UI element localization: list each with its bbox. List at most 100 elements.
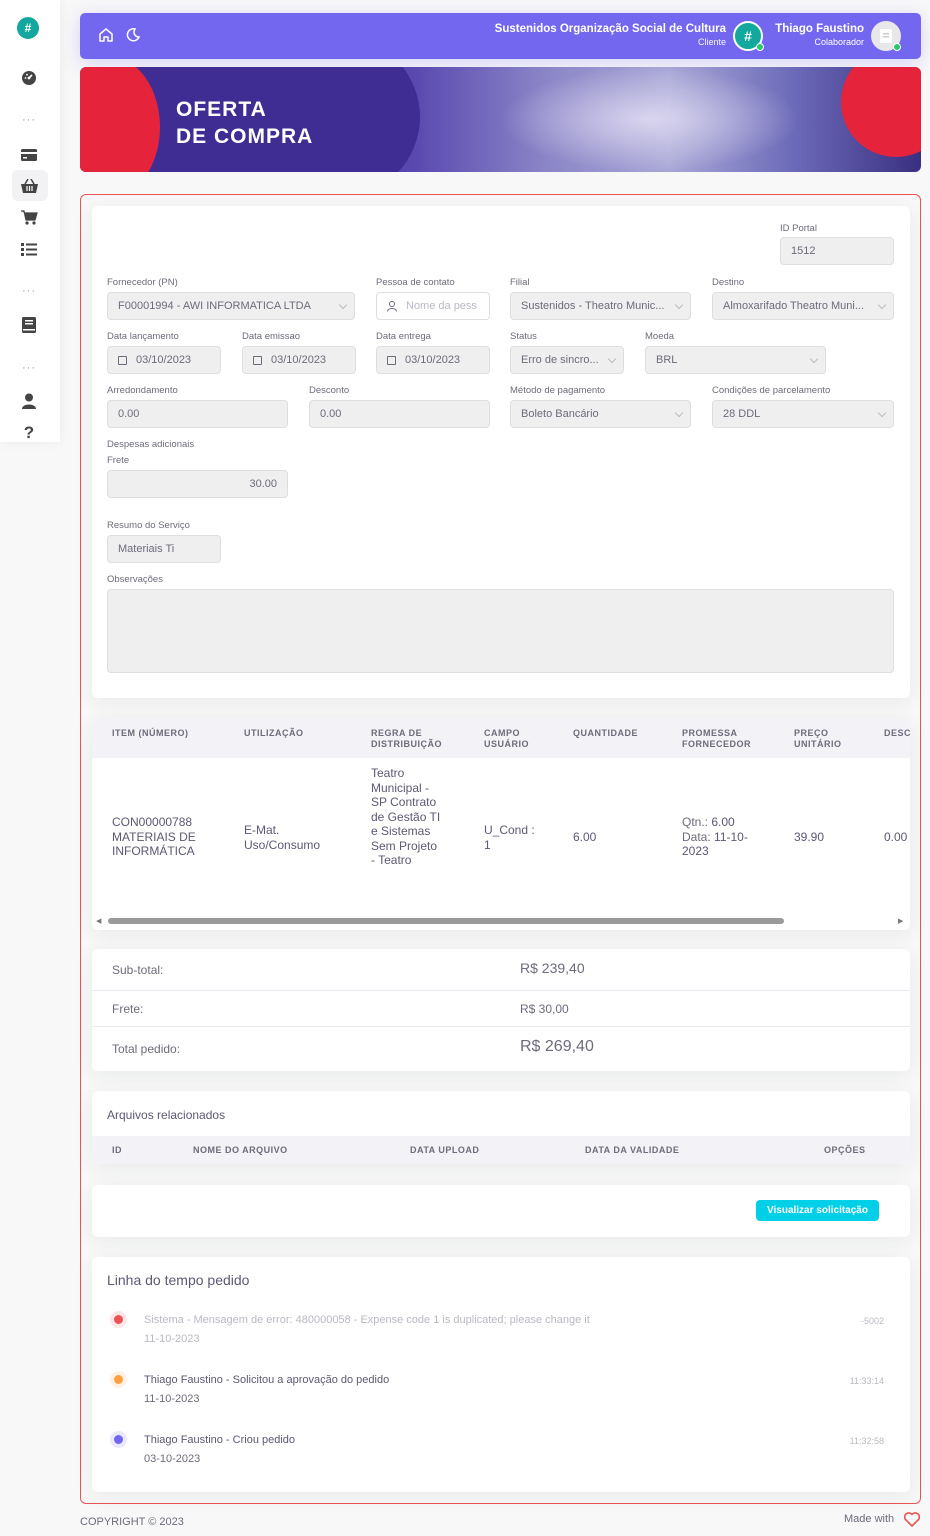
condicoes-value: 28 DDL — [723, 408, 761, 420]
files-col-nome: NOME DO ARQUIVO — [193, 1145, 288, 1155]
chevron-down-icon — [338, 300, 348, 310]
data-emissao-value: 03/10/2023 — [271, 354, 327, 366]
col-desconto: DESC — [884, 728, 910, 738]
id-portal-label: ID Portal — [780, 223, 817, 234]
timeline-text: Sistema - Mensagem de error: 480000058 -… — [144, 1314, 590, 1326]
subtotal-value: R$ 239,40 — [520, 960, 585, 976]
desconto-input[interactable]: 0.00 — [309, 400, 490, 428]
book-icon[interactable] — [18, 315, 40, 335]
metodo-pagamento-select[interactable]: Boleto Bancário — [510, 400, 691, 428]
condicoes-label: Condições de parcelamento — [712, 385, 831, 396]
cell-desconto: 0.00 — [884, 830, 908, 844]
arredondamento-label: Arredondamento — [107, 385, 178, 396]
data-lancamento-value: 03/10/2023 — [136, 354, 192, 366]
user-role: Colaborador — [814, 37, 864, 47]
banner-handshake-image — [500, 67, 800, 172]
despesas-adicionais-label: Despesas adicionais — [107, 439, 195, 450]
items-table-card: ITEM (NÚMERO) UTILIZAÇÃO REGRA DE DISTRI… — [92, 718, 910, 930]
chevron-down-icon — [674, 408, 684, 418]
user-icon[interactable] — [18, 391, 40, 411]
basket-icon[interactable] — [18, 176, 40, 196]
sidebar: # ··· ··· ··· ? — [0, 0, 60, 442]
banner-shape — [841, 67, 921, 157]
list-icon[interactable] — [18, 239, 40, 259]
timeline-date: 11-10-2023 — [144, 1333, 200, 1345]
timeline-dot-primary — [110, 1431, 127, 1448]
moeda-label: Moeda — [645, 331, 675, 342]
moeda-select[interactable]: BRL — [645, 346, 826, 374]
status-value: Erro de sincro... — [521, 354, 599, 366]
destino-select[interactable]: Almoxarifado Theatro Muni... — [712, 292, 894, 320]
filial-select[interactable]: Sustenidos - Theatro Munic... — [510, 292, 691, 320]
status-select[interactable]: Erro de sincro... — [510, 346, 624, 374]
col-utilizacao: UTILIZAÇÃO — [244, 728, 304, 738]
moon-icon[interactable] — [125, 27, 143, 45]
scroll-right-arrow-icon[interactable]: ▶ — [898, 917, 903, 925]
section-divider-dots: ··· — [22, 362, 36, 374]
frete-input[interactable]: 30.00 — [107, 470, 288, 498]
heart-icon — [903, 1512, 921, 1530]
org-status-dot — [756, 43, 764, 51]
banner-shape — [80, 67, 160, 172]
col-preco: PREÇO UNITÁRIO — [794, 728, 842, 749]
data-lancamento-input[interactable]: 03/10/2023 — [107, 346, 221, 374]
scroll-left-arrow-icon[interactable]: ◀ — [96, 917, 101, 925]
filial-label: Filial — [510, 277, 530, 288]
fornecedor-label: Fornecedor (PN) — [107, 277, 178, 288]
timeline-time: -5002 — [860, 1316, 884, 1326]
data-emissao-label: Data emissao — [242, 331, 301, 342]
frete-total-value: R$ 30,00 — [520, 1002, 569, 1016]
home-icon[interactable] — [98, 27, 116, 45]
chevron-down-icon — [877, 408, 887, 418]
total-pedido-value: R$ 269,40 — [520, 1038, 594, 1055]
chevron-down-icon — [674, 300, 684, 310]
files-col-opcoes: OPÇÕES — [824, 1145, 866, 1155]
files-col-upload: DATA UPLOAD — [410, 1145, 480, 1155]
promessa-qtn-label: Qtn.: — [682, 815, 709, 829]
desconto-label: Desconto — [309, 385, 350, 396]
files-col-validade: DATA DA VALIDADE — [585, 1145, 680, 1155]
col-regra: REGRA DE DISTRIBUIÇÃO — [371, 728, 442, 749]
col-quantidade: QUANTIDADE — [573, 728, 638, 738]
fornecedor-select[interactable]: F00001994 - AWI INFORMATICA LTDA — [107, 292, 355, 320]
chevron-down-icon — [809, 354, 819, 364]
pessoa-contato-input[interactable]: Nome da pess — [376, 292, 490, 320]
dashboard-icon[interactable] — [18, 68, 40, 88]
metodo-pagamento-label: Método de pagamento — [510, 385, 606, 396]
organization-info[interactable]: Sustenidos Organização Social de Cultura… — [495, 23, 726, 47]
app-logo[interactable]: # — [17, 17, 39, 39]
timeline-text: Thiago Faustino - Solicitou a aprovação … — [144, 1374, 390, 1386]
observacoes-label: Observações — [107, 574, 163, 585]
files-col-id: ID — [112, 1145, 122, 1155]
section-divider-dots: ··· — [22, 114, 36, 126]
data-emissao-input[interactable]: 03/10/2023 — [242, 346, 356, 374]
col-campo-usuario: CAMPO USUÁRIO — [484, 728, 530, 749]
totals-card: Sub-total: R$ 239,40 Frete: R$ 30,00 Tot… — [92, 949, 910, 1071]
cart-icon[interactable] — [18, 207, 40, 227]
cell-item: CON00000788 MATERIAIS DE INFORMÁTICA — [112, 815, 196, 858]
divider — [92, 1026, 910, 1027]
data-entrega-input[interactable]: 03/10/2023 — [376, 346, 490, 374]
horizontal-scrollbar[interactable] — [108, 918, 784, 924]
help-icon[interactable]: ? — [18, 423, 40, 443]
frete-label: Frete — [107, 455, 130, 466]
user-info[interactable]: Thiago Faustino Colaborador — [775, 23, 864, 47]
credit-card-icon[interactable] — [18, 145, 40, 165]
promessa-data-label: Data: — [682, 829, 711, 844]
pessoa-contato-label: Pessoa de contato — [376, 277, 455, 288]
cell-preco: 39.90 — [794, 830, 825, 844]
timeline-dot-error — [110, 1311, 127, 1328]
condicoes-select[interactable]: 28 DDL — [712, 400, 894, 428]
observacoes-textarea[interactable] — [107, 589, 894, 673]
organization-name: Sustenidos Organização Social de Cultura — [494, 23, 726, 35]
arredondamento-input[interactable]: 0.00 — [107, 400, 288, 428]
page-banner: OFERTA DE COMPRA — [80, 67, 921, 172]
section-divider-dots: ··· — [22, 285, 36, 297]
id-portal-field[interactable]: 1512 — [780, 237, 894, 265]
cell-promessa: Qtn.: 6.00 Data: 11-10-2023 — [682, 815, 764, 859]
view-request-button[interactable]: Visualizar solicitação — [756, 1200, 879, 1221]
resumo-servico-input[interactable]: Materiais Ti — [107, 535, 221, 563]
data-entrega-label: Data entrega — [376, 331, 431, 342]
related-files-card: Arquivos relacionados ID NOME DO ARQUIVO… — [92, 1091, 910, 1164]
data-entrega-value: 03/10/2023 — [405, 354, 461, 366]
